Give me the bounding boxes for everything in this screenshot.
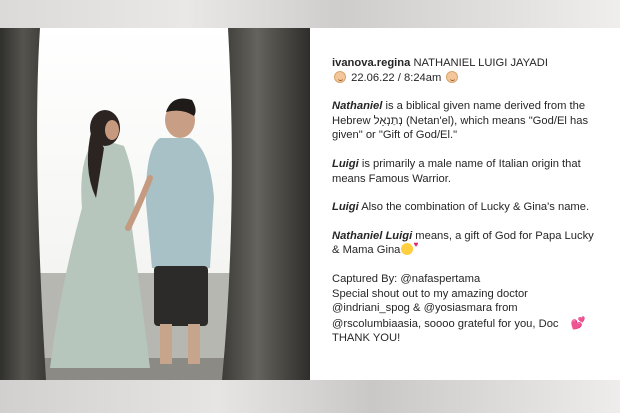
doctor-mentions[interactable]: @indriani_spog & @yosiasmara from (332, 301, 606, 316)
date-line: 22.06.22 / 8:24am (332, 70, 606, 86)
paragraph-meaning: Nathaniel Luigi means, a gift of God for… (332, 229, 606, 258)
para1-line3: given" or "Gift of God/El." (332, 129, 458, 142)
para1-line1: is a biblical given name derived from th… (382, 100, 586, 113)
baby-icon (446, 70, 459, 83)
paragraph-nathaniel: Nathaniel is a biblical given name deriv… (332, 99, 606, 143)
para3-line1: Also the combination of Lucky & Gina's n… (358, 201, 590, 214)
shout-out: Special shout out to my amazing doctor (332, 287, 528, 300)
username-link[interactable]: ivanova.regina (332, 57, 410, 69)
thank-you: THANK YOU! (332, 332, 401, 345)
captured-by[interactable]: Captured By: @nafaspertama (332, 272, 606, 287)
post-photo[interactable] (0, 28, 310, 380)
name-luigi: Luigi (332, 157, 359, 170)
credits: Captured By: @nafaspertama Special shout… (332, 272, 606, 346)
hospital-mention[interactable]: @rscolumbiaasia, soooo grateful for you,… (332, 318, 559, 330)
post-title: NATHANIEL LUIGI JAYADI (413, 57, 548, 69)
paragraph-luigi-combination: Luigi Also the combination of Lucky & Gi… (332, 200, 606, 215)
baby-icon (334, 70, 346, 83)
para2-line2: means Famous Warrior. (332, 172, 451, 185)
name-nathaniel: Nathaniel (332, 100, 383, 113)
para1-line2: Hebrew נְתַנְאֵל (Netan'el), which means… (332, 114, 589, 127)
paragraph-luigi-origin: Luigi is primarily a male name of Italia… (332, 157, 606, 186)
couple-photo-illustration (0, 28, 310, 380)
two-hearts-icon: 💕 (570, 315, 586, 330)
name-luigi: Luigi (332, 201, 359, 214)
post-caption: ivanova.regina NATHANIEL LUIGI JAYADI 22… (310, 28, 620, 380)
para4-line1: means, a gift of God for Papa Lucky (412, 229, 594, 242)
para4-line2: & Mama Gina (332, 244, 401, 257)
caption-header: ivanova.regina NATHANIEL LUIGI JAYADI (332, 56, 606, 71)
para2-line1: is primarily a male name of Italian orig… (358, 157, 581, 170)
blurred-background-top (0, 0, 620, 28)
blurred-background-bottom (0, 380, 620, 413)
name-nathaniel-luigi: Nathaniel Luigi (332, 229, 413, 242)
date-text: 22.06.22 / 8:24am (351, 71, 442, 84)
smiling-face-with-hearts-icon (401, 238, 418, 256)
